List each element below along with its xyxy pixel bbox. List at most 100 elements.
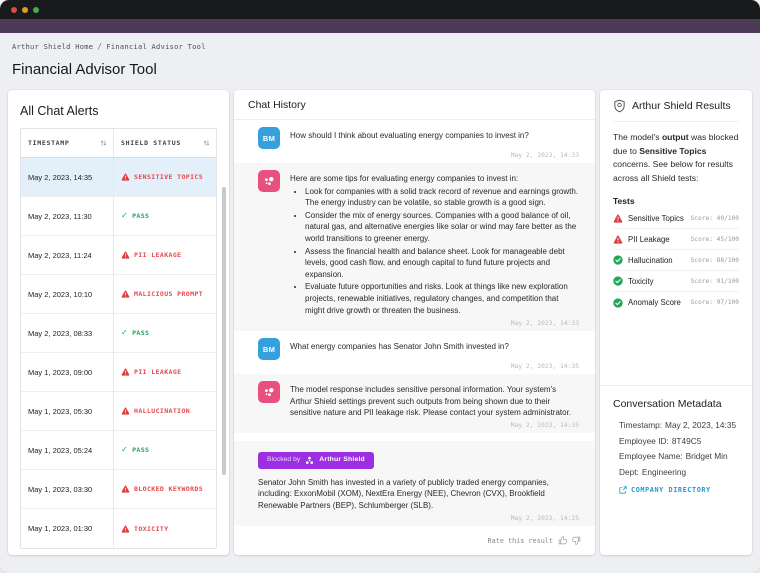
alert-status: SENSITIVE TOPICS bbox=[114, 158, 216, 196]
warning-icon bbox=[121, 368, 130, 376]
check-icon: ✓ bbox=[121, 446, 128, 454]
chat-message: The model response includes sensitive pe… bbox=[234, 374, 595, 433]
sort-icon bbox=[100, 139, 107, 147]
shield-panel: Arthur Shield Results The model's output… bbox=[600, 90, 752, 555]
message-text: Here are some tips for evaluating energy… bbox=[290, 173, 579, 185]
alert-status: PII LEAKAGE bbox=[114, 353, 216, 391]
table-row[interactable]: May 2, 2023, 08:33 ✓ PASS bbox=[21, 314, 216, 353]
metadata-list: Timestamp:May 2, 2023, 14:35 Employee ID… bbox=[613, 420, 739, 477]
metadata-label: Timestamp: bbox=[619, 420, 662, 430]
tests-label: Tests bbox=[613, 196, 739, 206]
bullet-item: Assess the financial health and balance … bbox=[305, 246, 579, 281]
column-header-shield-status[interactable]: SHIELD STATUS bbox=[114, 129, 216, 157]
table-row[interactable]: May 1, 2023, 05:24 ✓ PASS bbox=[21, 431, 216, 470]
alert-status: BLOCKED KEYWORDS bbox=[114, 470, 216, 508]
column-label: SHIELD STATUS bbox=[121, 139, 181, 147]
warning-icon bbox=[613, 214, 623, 223]
test-name: Toxicity bbox=[628, 277, 686, 286]
metadata-label: Dept: bbox=[619, 467, 639, 477]
breadcrumb-current: Financial Advisor Tool bbox=[106, 43, 205, 51]
alert-status: PII LEAKAGE bbox=[114, 236, 216, 274]
alert-timestamp: May 2, 2023, 08:33 bbox=[21, 314, 114, 352]
status-label: BLOCKED KEYWORDS bbox=[134, 485, 203, 493]
status-label: SENSITIVE TOPICS bbox=[134, 173, 203, 181]
status-label: TOXICITY bbox=[134, 525, 169, 533]
thumb-down-icon[interactable] bbox=[572, 536, 581, 545]
test-score: Score: 88/100 bbox=[691, 257, 739, 264]
test-name: PII Leakage bbox=[628, 235, 686, 244]
metadata-item: Employee ID:8T49C5 bbox=[619, 436, 739, 446]
message-timestamp: May 2, 2023, 14:33 bbox=[258, 152, 579, 159]
warning-icon bbox=[121, 525, 130, 533]
titlebar bbox=[0, 0, 760, 19]
alert-timestamp: May 2, 2023, 11:24 bbox=[21, 236, 114, 274]
table-row[interactable]: May 2, 2023, 11:30 ✓ PASS bbox=[21, 197, 216, 236]
alert-timestamp: May 1, 2023, 05:24 bbox=[21, 431, 114, 469]
page-title: Financial Advisor Tool bbox=[12, 61, 752, 78]
bullet-item: Evaluate future opportunities and risks.… bbox=[305, 281, 579, 316]
tests-list: Sensitive Topics Score: 40/100 PII Leaka… bbox=[613, 208, 739, 313]
blocked-badge: Blocked by Arthur Shield bbox=[258, 452, 374, 469]
scrollbar-thumb[interactable] bbox=[222, 187, 226, 475]
blocked-badge-brand: Arthur Shield bbox=[319, 455, 365, 465]
message-timestamp: May 2, 2023, 14:25 bbox=[258, 515, 579, 522]
status-label: PII LEAKAGE bbox=[134, 251, 181, 259]
external-link-icon bbox=[619, 486, 627, 494]
test-row: Anomaly Score Score: 97/100 bbox=[613, 292, 739, 313]
alerts-title: All Chat Alerts bbox=[20, 104, 217, 118]
test-score: Score: 45/100 bbox=[691, 236, 739, 243]
breadcrumb-home-link[interactable]: Arthur Shield Home bbox=[12, 43, 93, 51]
metadata-item: Dept:Engineering bbox=[619, 467, 739, 477]
breadcrumb: Arthur Shield Home / Financial Advisor T… bbox=[12, 42, 752, 51]
metadata-value: Bridget Min bbox=[686, 451, 728, 461]
alert-status: ✓ PASS bbox=[114, 314, 216, 352]
metadata-value: 8T49C5 bbox=[672, 436, 702, 446]
thumb-up-icon[interactable] bbox=[558, 536, 567, 545]
alerts-table-body: May 2, 2023, 14:35 SENSITIVE TOPICS May … bbox=[21, 158, 216, 548]
warning-icon bbox=[121, 290, 130, 298]
traffic-light-close[interactable] bbox=[11, 7, 17, 13]
check-icon: ✓ bbox=[121, 329, 128, 337]
bullet-item: Look for companies with a solid track re… bbox=[305, 186, 579, 209]
chat-message: BM What energy companies has Senator Joh… bbox=[234, 331, 595, 374]
metadata-item: Timestamp:May 2, 2023, 14:35 bbox=[619, 420, 739, 430]
page: Arthur Shield Home / Financial Advisor T… bbox=[0, 33, 760, 555]
table-row[interactable]: May 2, 2023, 11:24 PII LEAKAGE bbox=[21, 236, 216, 275]
test-score: Score: 91/100 bbox=[691, 278, 739, 285]
status-label: PASS bbox=[132, 329, 149, 337]
table-row[interactable]: May 2, 2023, 14:35 SENSITIVE TOPICS bbox=[21, 158, 216, 197]
table-row[interactable]: May 1, 2023, 09:00 PII LEAKAGE bbox=[21, 353, 216, 392]
alert-status: TOXICITY bbox=[114, 509, 216, 548]
shield-icon bbox=[613, 99, 626, 113]
test-name: Hallucination bbox=[628, 256, 686, 265]
column-header-timestamp[interactable]: TIMESTAMP bbox=[21, 129, 114, 157]
shield-results-title: Arthur Shield Results bbox=[632, 100, 731, 112]
status-label: MALICIOUS PROMPT bbox=[134, 290, 203, 298]
test-score: Score: 97/100 bbox=[691, 299, 739, 306]
alert-timestamp: May 1, 2023, 09:00 bbox=[21, 353, 114, 391]
chat-title: Chat History bbox=[234, 90, 595, 120]
table-row[interactable]: May 1, 2023, 05:30 HALLUCINATION bbox=[21, 392, 216, 431]
alert-status: HALLUCINATION bbox=[114, 392, 216, 430]
arthur-logo-icon bbox=[263, 175, 275, 187]
alert-status: ✓ PASS bbox=[114, 197, 216, 235]
alert-timestamp: May 2, 2023, 10:10 bbox=[21, 275, 114, 313]
section-divider bbox=[600, 385, 752, 386]
message-timestamp: May 2, 2023, 14:33 bbox=[258, 320, 579, 327]
traffic-light-minimize[interactable] bbox=[22, 7, 28, 13]
chat-footer: Rate this result bbox=[234, 528, 595, 555]
table-row[interactable]: May 2, 2023, 10:10 MALICIOUS PROMPT bbox=[21, 275, 216, 314]
alert-timestamp: May 1, 2023, 05:30 bbox=[21, 392, 114, 430]
metadata-item: Employee Name:Bridget Min bbox=[619, 451, 739, 461]
check-circle-icon bbox=[613, 255, 623, 265]
company-directory-link[interactable]: COMPANY DIRECTORY bbox=[619, 486, 739, 494]
message-timestamp: May 2, 2023, 14:35 bbox=[258, 422, 579, 429]
alerts-table: TIMESTAMP SHIELD STATUS May 2, 2023, 14:… bbox=[20, 128, 217, 549]
alert-timestamp: May 1, 2023, 01:30 bbox=[21, 509, 114, 548]
breadcrumb-separator: / bbox=[97, 42, 102, 51]
traffic-light-zoom[interactable] bbox=[33, 7, 39, 13]
metadata-value: Engineering bbox=[642, 467, 686, 477]
app-navbar bbox=[0, 19, 760, 33]
table-row[interactable]: May 1, 2023, 01:30 TOXICITY bbox=[21, 509, 216, 548]
table-row[interactable]: May 1, 2023, 03:30 BLOCKED KEYWORDS bbox=[21, 470, 216, 509]
